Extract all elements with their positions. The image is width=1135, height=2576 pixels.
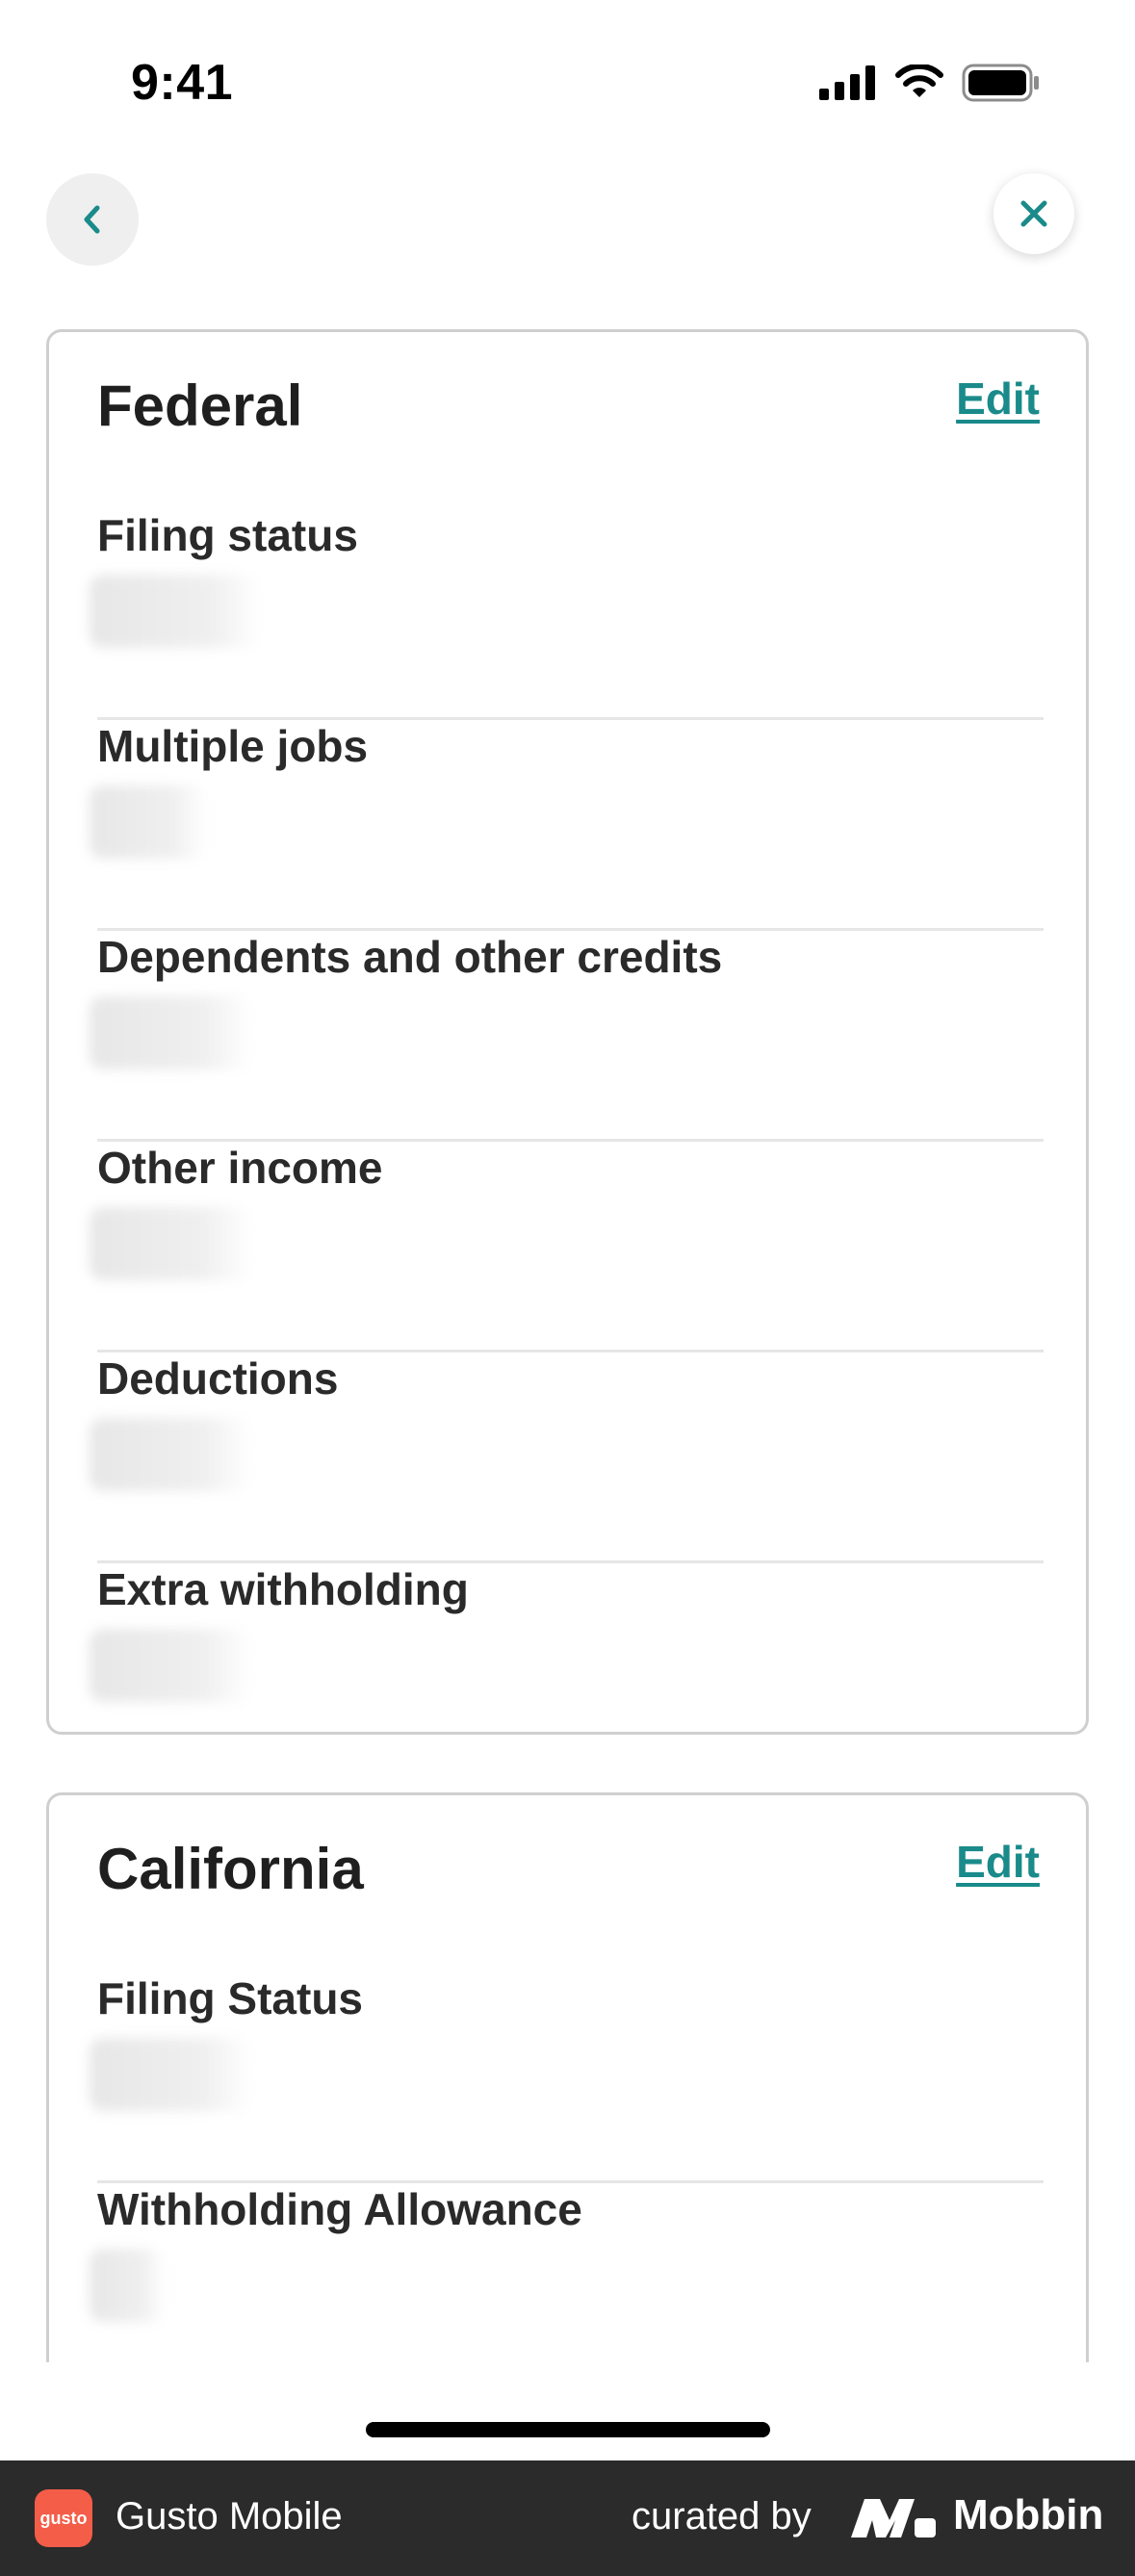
field-withholding-allowance: Withholding Allowance bbox=[90, 2183, 1044, 2362]
field-extra-withholding: Extra withholding bbox=[90, 1563, 1044, 1774]
status-time: 9:41 bbox=[131, 55, 234, 111]
field-label: Other income bbox=[97, 1143, 383, 1193]
home-indicator[interactable] bbox=[366, 2422, 770, 2437]
field-filing-status: Filing status bbox=[90, 509, 1044, 720]
curated-by-label: curated by bbox=[632, 2495, 812, 2537]
close-icon bbox=[1020, 200, 1047, 227]
field-label: Withholding Allowance bbox=[97, 2184, 582, 2234]
battery-icon bbox=[962, 64, 1039, 102]
field-label: Filing status bbox=[97, 510, 358, 560]
redacted-value bbox=[90, 2249, 165, 2322]
redacted-value bbox=[90, 2038, 251, 2111]
redacted-value bbox=[90, 1207, 251, 1280]
scroll-content[interactable]: Federal Edit Filing status Multiple jobs… bbox=[0, 308, 1135, 2362]
redacted-value bbox=[90, 575, 261, 648]
redacted-value bbox=[90, 786, 207, 859]
card-title: Federal bbox=[97, 374, 303, 438]
edit-california-link[interactable]: Edit bbox=[956, 1836, 1040, 1888]
close-button[interactable] bbox=[993, 173, 1074, 254]
field-label: Extra withholding bbox=[97, 1564, 469, 1614]
federal-card: Federal Edit Filing status Multiple jobs… bbox=[46, 329, 1089, 1735]
footer-banner: gusto Gusto Mobile curated by Mobbin bbox=[0, 2460, 1135, 2576]
wifi-icon bbox=[895, 64, 943, 97]
field-deductions: Deductions bbox=[90, 1352, 1044, 1563]
gusto-logo: gusto bbox=[35, 2489, 92, 2547]
field-label: Dependents and other credits bbox=[97, 932, 723, 982]
app-name: Gusto Mobile bbox=[116, 2495, 343, 2537]
redacted-value bbox=[90, 996, 251, 1069]
chevron-left-icon bbox=[84, 205, 100, 234]
california-card: California Edit Filing Status Withholdin… bbox=[46, 1792, 1089, 2362]
cellular-signal-icon bbox=[819, 65, 875, 100]
field-label: Deductions bbox=[97, 1353, 339, 1404]
edit-federal-link[interactable]: Edit bbox=[956, 373, 1040, 425]
field-multiple-jobs: Multiple jobs bbox=[90, 720, 1044, 931]
mobbin-logo-icon bbox=[851, 2499, 936, 2537]
back-button[interactable] bbox=[46, 173, 139, 266]
field-label: Filing Status bbox=[97, 1973, 363, 2023]
field-label: Multiple jobs bbox=[97, 721, 369, 771]
status-bar: 9:41 bbox=[0, 0, 1135, 164]
redacted-value bbox=[90, 1418, 251, 1491]
field-state-filing-status: Filing Status bbox=[90, 1972, 1044, 2183]
status-icons bbox=[819, 62, 1041, 104]
field-dependents: Dependents and other credits bbox=[90, 931, 1044, 1142]
redacted-value bbox=[90, 1629, 251, 1702]
mobbin-brand: Mobbin bbox=[953, 2491, 1104, 2538]
card-title: California bbox=[97, 1837, 364, 1901]
field-other-income: Other income bbox=[90, 1142, 1044, 1352]
